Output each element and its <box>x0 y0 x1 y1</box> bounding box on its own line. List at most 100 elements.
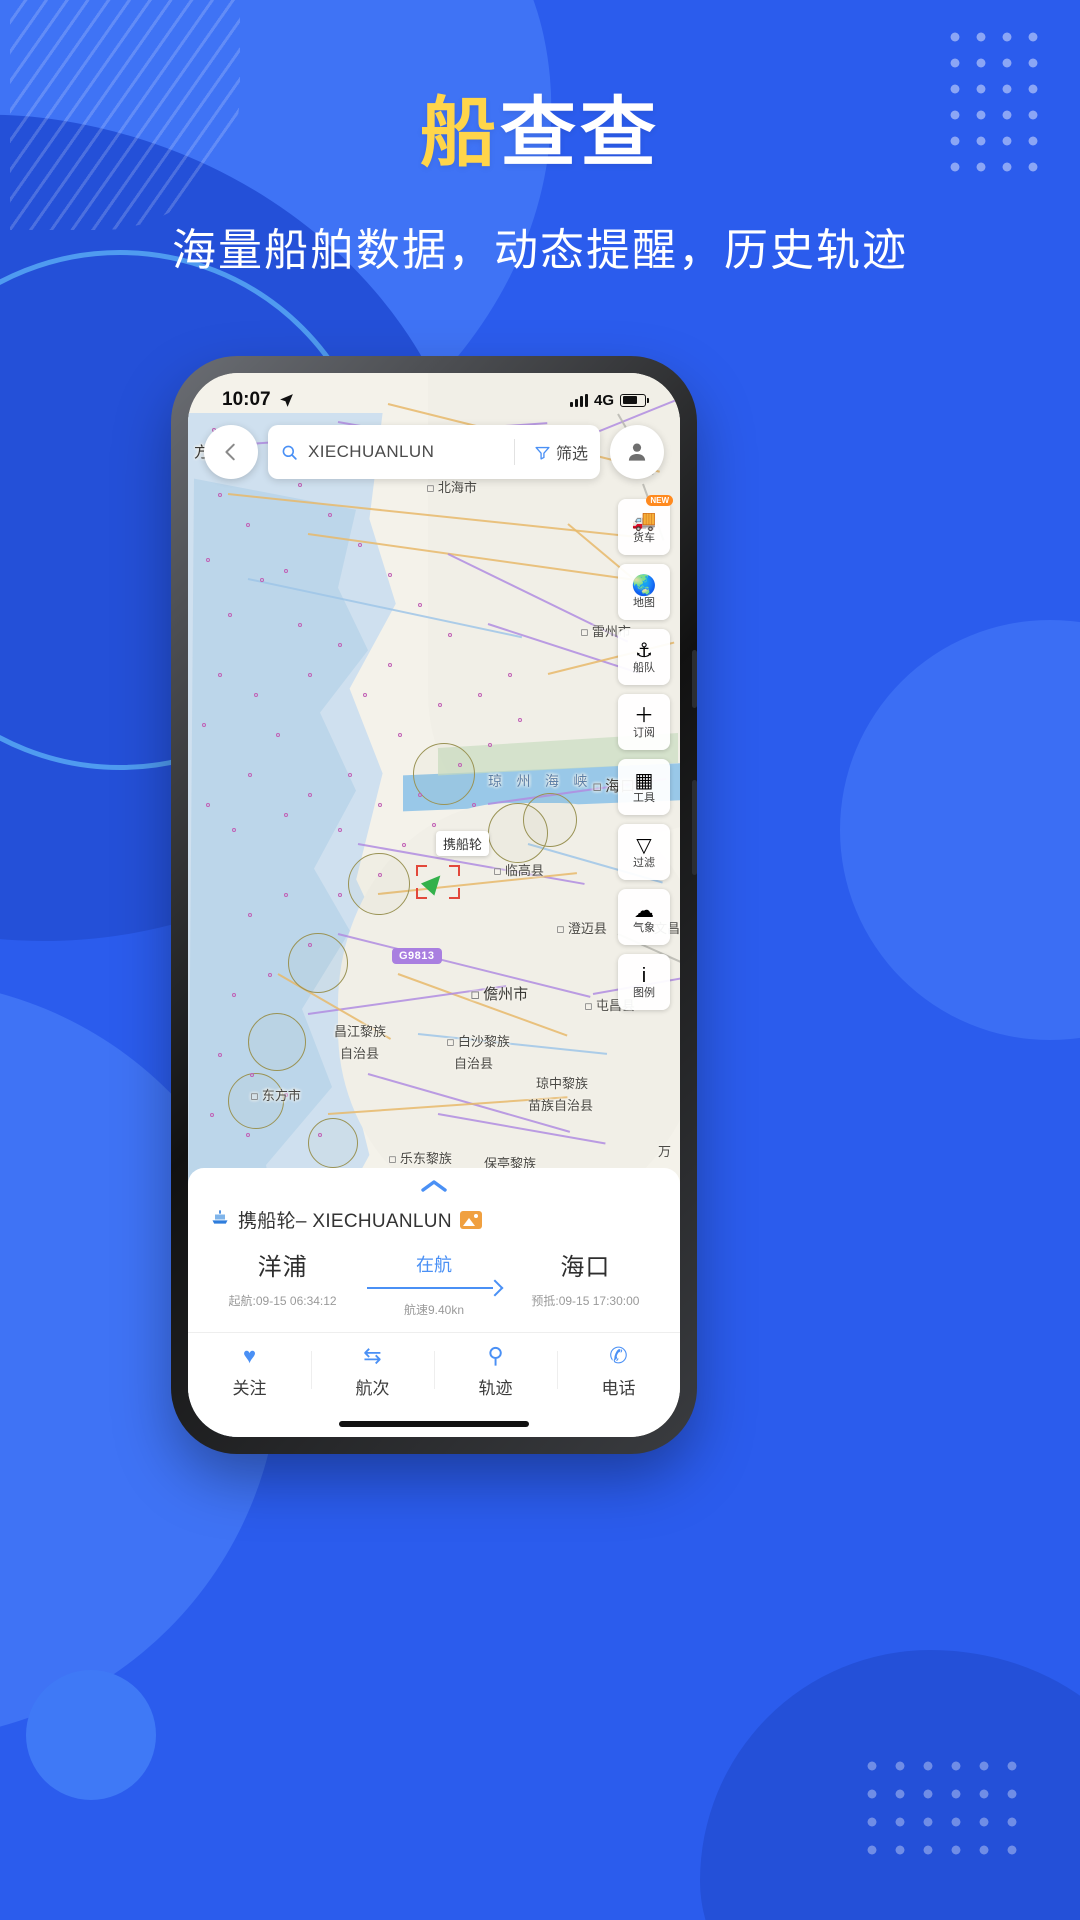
map-vessel-dot[interactable] <box>308 673 312 677</box>
map-tool-plus[interactable]: ＋订阅 <box>618 694 670 750</box>
map-vessel-dot[interactable] <box>218 1053 222 1057</box>
map-vessel-dot[interactable] <box>246 1133 250 1137</box>
map-tool-funnel[interactable]: ▽ 过滤 <box>618 824 670 880</box>
map-vessel-dot[interactable] <box>254 693 258 697</box>
phone-icon: ✆ <box>609 1343 628 1368</box>
map-vessel-dot[interactable] <box>248 913 252 917</box>
map-vessel-dot[interactable] <box>206 803 210 807</box>
map-zone-circle <box>248 1013 306 1071</box>
map-vessel-dot[interactable] <box>518 718 522 722</box>
phone-screen: 方城港市合浦县北海市市雷州市海口市临高县澄迈县文昌儋州市屯昌县昌江黎族自治县白沙… <box>188 373 680 1437</box>
profile-button[interactable] <box>610 425 664 479</box>
map-vessel-dot[interactable] <box>276 733 280 737</box>
map-selected-ship-marker[interactable] <box>416 865 460 899</box>
map-vessel-dot[interactable] <box>448 633 452 637</box>
tool-label: 工具 <box>633 791 655 804</box>
map-vessel-dot[interactable] <box>318 1133 322 1137</box>
map-tool-info[interactable]: i 图例 <box>618 954 670 1010</box>
map-vessel-dot[interactable] <box>508 673 512 677</box>
map-vessel-dot[interactable] <box>388 573 392 577</box>
voyage-status-block: 在航 航速9.40kn <box>357 1247 511 1318</box>
map-vessel-dot[interactable] <box>488 743 492 747</box>
map-vessel-dot[interactable] <box>232 993 236 997</box>
filter-button[interactable]: 筛选 <box>524 440 588 464</box>
map-vessel-dot[interactable] <box>348 773 352 777</box>
ship-action-bar: ♥ 关注 ⇆ 航次 ⚲ 轨迹 ✆ 电话 <box>188 1332 680 1419</box>
map-vessel-dot[interactable] <box>472 803 476 807</box>
voyage-arrow-icon <box>367 1281 501 1295</box>
map-ship-label[interactable]: 携船轮 <box>436 831 490 856</box>
phone-volume-button <box>692 650 697 708</box>
dest-port-name: 海口 <box>560 1254 611 1281</box>
map-tool-tools[interactable]: ▦ 工具 <box>618 759 670 815</box>
voyage-speed: 航速9.40kn <box>403 1303 465 1317</box>
map-vessel-dot[interactable] <box>338 643 342 647</box>
map-place-label: 自治县 <box>454 1057 494 1072</box>
origin-port-block: 洋浦 起航:09-15 06:34:12 <box>208 1247 357 1309</box>
map-vessel-dot[interactable] <box>218 673 222 677</box>
dest-port-block: 海口 预抵:09-15 17:30:00 <box>511 1247 660 1309</box>
map-vessel-dot[interactable] <box>432 823 436 827</box>
map-vessel-dot[interactable] <box>328 513 332 517</box>
page-title-highlight: 船 <box>420 91 500 176</box>
map-vessel-dot[interactable] <box>232 828 236 832</box>
map-vessel-dot[interactable] <box>358 543 362 547</box>
action-label: 航次 <box>355 1379 390 1398</box>
map-tool-truck[interactable]: NEW 🚚 货车 <box>618 495 673 555</box>
sheet-expand-button[interactable] <box>188 1176 680 1202</box>
search-input[interactable]: XIECHUANLUN <box>308 442 505 462</box>
map-vessel-dot[interactable] <box>284 569 288 573</box>
signal-bars-icon <box>569 393 588 407</box>
map-vessel-dot[interactable] <box>398 733 402 737</box>
map-vessel-dot[interactable] <box>260 578 264 582</box>
origin-port-name: 洋浦 <box>257 1254 308 1281</box>
map-vessel-dot[interactable] <box>378 873 382 877</box>
map-vessel-dot[interactable] <box>246 523 250 527</box>
action-route[interactable]: ⇆ 航次 <box>311 1345 434 1399</box>
map-tool-globe[interactable]: 🌏 地图 <box>618 564 670 620</box>
action-label: 关注 <box>232 1379 267 1398</box>
status-bar-time: 10:07 <box>222 389 271 410</box>
map-place-label: 儋州市 <box>470 983 528 1004</box>
map-vessel-dot[interactable] <box>308 793 312 797</box>
map-vessel-dot[interactable] <box>202 723 206 727</box>
map-vessel-dot[interactable] <box>363 693 367 697</box>
origin-departure-time: 起航:09-15 06:34:12 <box>228 1294 337 1308</box>
map-vessel-dot[interactable] <box>438 703 442 707</box>
map-place-label: 乐东黎族 <box>388 1148 452 1167</box>
back-button[interactable] <box>204 425 258 479</box>
map-vessel-dot[interactable] <box>418 603 422 607</box>
map-vessel-dot[interactable] <box>228 613 232 617</box>
tool-label: 图例 <box>633 986 655 999</box>
map-vessel-dot[interactable] <box>298 623 302 627</box>
map-vessel-dot[interactable] <box>218 493 222 497</box>
map-vessel-dot[interactable] <box>478 693 482 697</box>
ship-title: 携船轮– XIECHUANLUN <box>238 1211 452 1232</box>
map-place-label: 万 <box>658 1145 672 1160</box>
action-track-pin[interactable]: ⚲ 轨迹 <box>434 1345 557 1399</box>
map-vessel-dot[interactable] <box>458 763 462 767</box>
action-phone[interactable]: ✆ 电话 <box>557 1345 680 1399</box>
map-vessel-dot[interactable] <box>206 558 210 562</box>
map-vessel-dot[interactable] <box>308 943 312 947</box>
map-tool-fleet[interactable]: ⚓ 船队 <box>618 629 670 685</box>
map-vessel-dot[interactable] <box>268 973 272 977</box>
map-vessel-dot[interactable] <box>402 843 406 847</box>
map-place-label: 白沙黎族 <box>446 1031 510 1050</box>
tool-label: 货车 <box>633 531 655 544</box>
action-heart-plus[interactable]: ♥ 关注 <box>188 1345 311 1399</box>
photo-icon[interactable] <box>459 1210 482 1229</box>
map-vessel-dot[interactable] <box>284 813 288 817</box>
map-vessel-dot[interactable] <box>210 1113 214 1117</box>
map-vessel-dot[interactable] <box>298 483 302 487</box>
map-vessel-dot[interactable] <box>338 893 342 897</box>
map-tool-weather[interactable]: ☁ 气象 <box>618 889 670 945</box>
map-vessel-dot[interactable] <box>248 773 252 777</box>
map-vessel-dot[interactable] <box>338 828 342 832</box>
map-vessel-dot[interactable] <box>388 663 392 667</box>
map-vessel-dot[interactable] <box>418 793 422 797</box>
map-vessel-dot[interactable] <box>378 803 382 807</box>
search-field-container[interactable]: XIECHUANLUN 筛选 <box>268 425 600 479</box>
map-vessel-dot[interactable] <box>250 1073 254 1077</box>
map-vessel-dot[interactable] <box>284 893 288 897</box>
